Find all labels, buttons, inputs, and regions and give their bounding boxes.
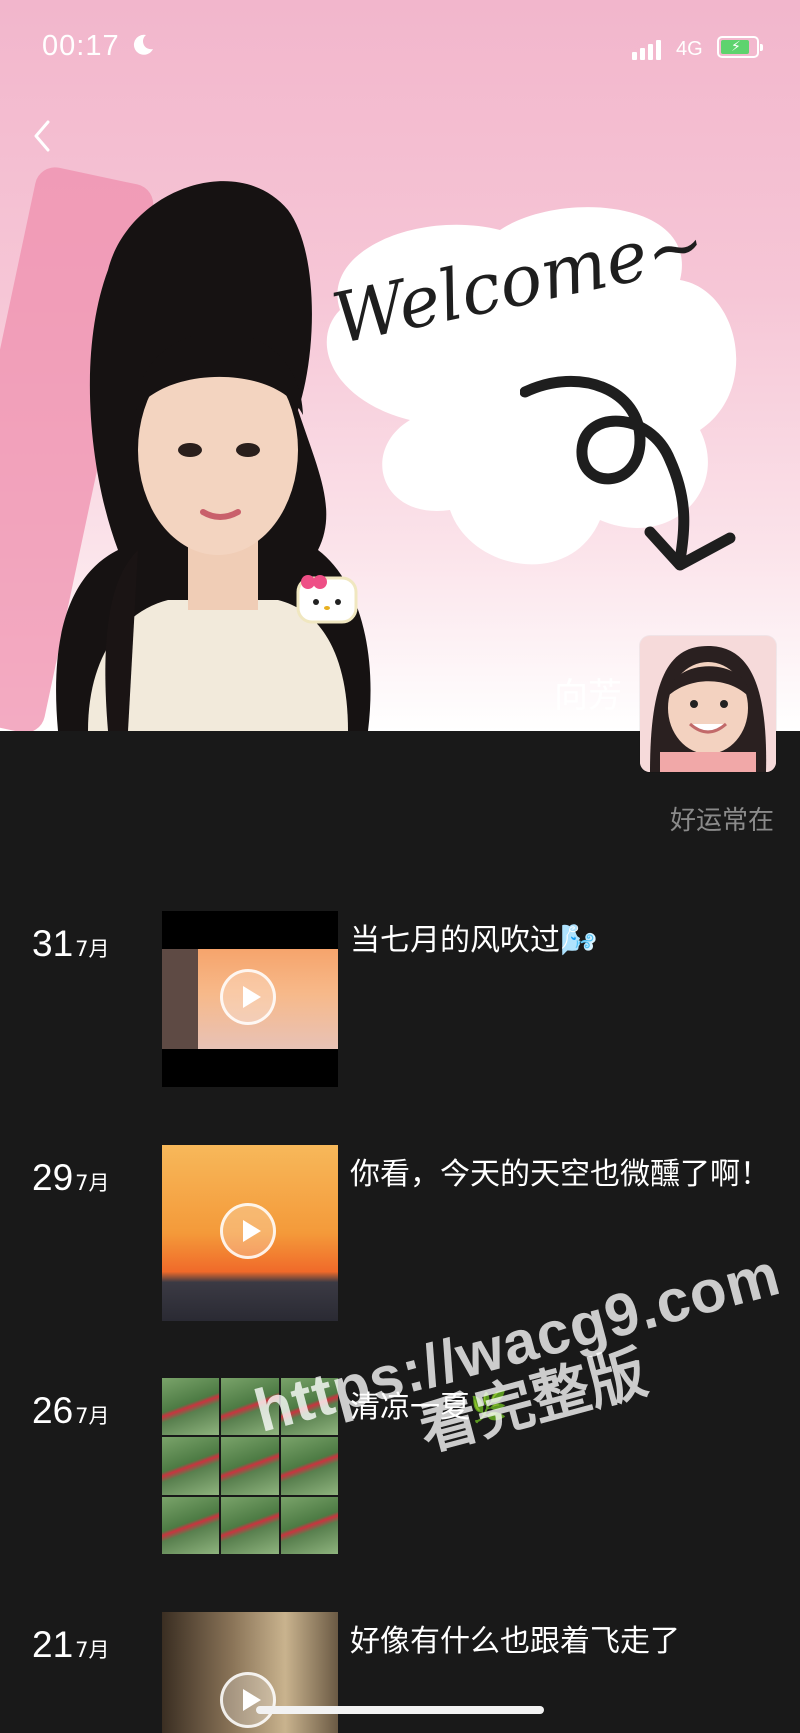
curly-arrow-icon	[520, 375, 736, 571]
signal-icon	[632, 38, 661, 60]
cover-portrait	[56, 181, 371, 731]
network-label: 4G	[676, 38, 703, 60]
post-date: 217月	[32, 1624, 110, 1665]
home-indicator[interactable]	[256, 1706, 544, 1714]
avatar[interactable]	[640, 636, 776, 772]
post-date: 297月	[32, 1157, 110, 1198]
post-caption: 你看，今天的天空也微醺了啊！	[350, 1157, 770, 1192]
moon-icon	[133, 34, 153, 55]
video-thumbnail[interactable]	[162, 1145, 338, 1321]
profile-signature: 好运常在	[669, 806, 774, 836]
list-item[interactable]: 317月 当七月的风吹过🌬️	[0, 911, 800, 1091]
hello-kitty-sticker	[296, 575, 358, 624]
list-item[interactable]: 217月 好像有什么也跟着飞走了	[0, 1612, 800, 1733]
status-time: 00:17	[42, 30, 120, 62]
play-icon[interactable]	[220, 1203, 276, 1259]
status-bar: 00:17 4G ⚡	[0, 0, 800, 100]
profile-name[interactable]: 向芳	[554, 668, 622, 717]
battery-charging-icon: ⚡	[717, 36, 763, 58]
chevron-left-icon[interactable]	[28, 116, 58, 156]
play-icon[interactable]	[220, 1672, 276, 1728]
video-thumbnail[interactable]	[162, 911, 338, 1087]
post-date: 317月	[32, 923, 110, 964]
post-caption: 当七月的风吹过🌬️	[350, 923, 598, 958]
cover-banner[interactable]: Welcome~ 00:17 4G ⚡ 向芳	[0, 0, 800, 731]
play-icon[interactable]	[220, 969, 276, 1025]
post-date: 267月	[32, 1390, 110, 1431]
video-thumbnail[interactable]	[162, 1612, 338, 1733]
post-caption: 好像有什么也跟着飞走了	[350, 1624, 680, 1659]
